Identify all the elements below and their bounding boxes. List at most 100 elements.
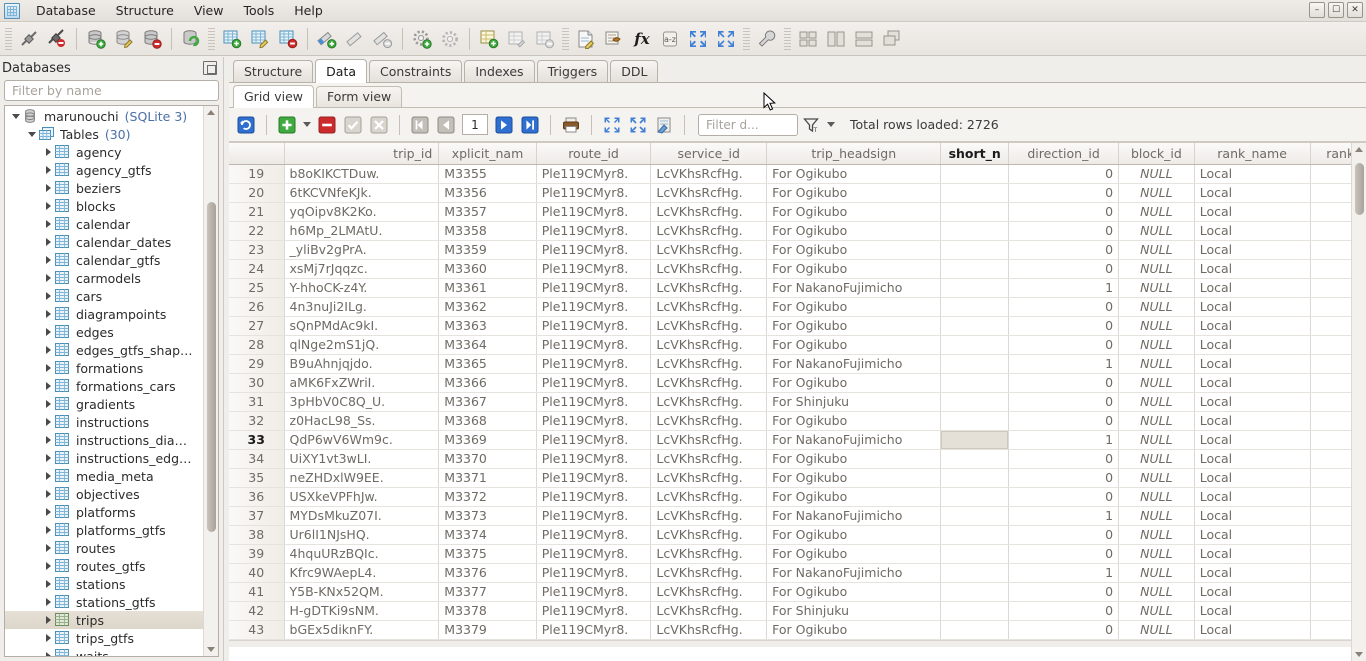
- tree-item-calendar_gtfs[interactable]: calendar_gtfs: [5, 251, 203, 269]
- cell-rank_name[interactable]: Local: [1194, 430, 1311, 450]
- cell-rank_name[interactable]: Local: [1194, 411, 1311, 431]
- cell-service_id[interactable]: LcVKhsRcfHg.: [650, 411, 768, 431]
- row-number-cell[interactable]: 26: [229, 297, 285, 317]
- tree-item-stations_gtfs[interactable]: stations_gtfs: [5, 593, 203, 611]
- row-number-cell[interactable]: 33: [229, 430, 285, 450]
- first-page-icon[interactable]: [407, 113, 433, 137]
- cell-trip_short_name[interactable]: [940, 430, 1010, 450]
- cell-trip_headsign[interactable]: For Ogikubo: [766, 183, 942, 203]
- cell-route_id[interactable]: Ple119CMyr8.: [536, 449, 652, 469]
- cell-direction_id[interactable]: 1: [1008, 506, 1120, 526]
- row-number-cell[interactable]: 23: [229, 240, 285, 260]
- cell-rank_name[interactable]: Local: [1194, 373, 1311, 393]
- grid-filter-field[interactable]: [698, 113, 798, 136]
- cell-trip_headsign[interactable]: For Ogikubo: [766, 544, 942, 564]
- cell-trip_id[interactable]: Kfrc9WAepL4.: [284, 563, 440, 583]
- chevron-right-icon[interactable]: [41, 238, 55, 246]
- add-row-icon[interactable]: [274, 113, 300, 137]
- cell-service_id[interactable]: LcVKhsRcfHg.: [650, 183, 768, 203]
- cell-block_id[interactable]: NULL: [1118, 335, 1195, 355]
- row-number-cell[interactable]: 35: [229, 468, 285, 488]
- cell-direction_id[interactable]: 0: [1008, 240, 1120, 260]
- cell-route_id[interactable]: Ple119CMyr8.: [536, 354, 652, 374]
- cell-trip_short_name[interactable]: [940, 449, 1010, 469]
- cell-direction_id[interactable]: 1: [1008, 430, 1120, 450]
- cell-explicit_name[interactable]: M3363: [438, 316, 537, 336]
- cell-explicit_name[interactable]: M3373: [438, 506, 537, 526]
- cell-route_id[interactable]: Ple119CMyr8.: [536, 335, 652, 355]
- table-row[interactable]: 22 h6Mp_2LMAtU. M3358 Ple119CMyr8. LcVKhsRcf…: [229, 221, 1351, 241]
- menu-item-help[interactable]: Help: [284, 0, 333, 21]
- sort-az-icon[interactable]: a-z: [656, 25, 684, 53]
- cell-rank_color[interactable]: [1310, 411, 1351, 431]
- cell-trip_id[interactable]: Y-hhoCK-z4Y.: [284, 278, 440, 298]
- cell-trip_headsign[interactable]: For Ogikubo: [766, 240, 942, 260]
- cell-route_id[interactable]: Ple119CMyr8.: [536, 544, 652, 564]
- cell-direction_id[interactable]: 0: [1008, 468, 1120, 488]
- tree-item-instructions_dia[interactable]: instructions_dia…: [5, 431, 203, 449]
- cell-route_id[interactable]: Ple119CMyr8.: [536, 240, 652, 260]
- cell-rank_color[interactable]: [1310, 316, 1351, 336]
- cell-direction_id[interactable]: 0: [1008, 620, 1120, 640]
- cell-trip_short_name[interactable]: [940, 202, 1010, 222]
- cell-block_id[interactable]: NULL: [1118, 430, 1195, 450]
- tree-item-agency_gtfs[interactable]: agency_gtfs: [5, 161, 203, 179]
- cell-route_id[interactable]: Ple119CMyr8.: [536, 468, 652, 488]
- column-header-trip_id[interactable]: trip_id: [284, 143, 440, 165]
- cell-trip_id[interactable]: sQnPMdAc9kI.: [284, 316, 440, 336]
- scroll-up-icon[interactable]: [204, 106, 218, 119]
- cell-rank_color[interactable]: [1310, 278, 1351, 298]
- delete-view-icon[interactable]: [531, 25, 559, 53]
- cell-trip_short_name[interactable]: [940, 164, 1010, 184]
- cell-block_id[interactable]: NULL: [1118, 449, 1195, 469]
- edit-index-icon[interactable]: [341, 25, 369, 53]
- cell-block_id[interactable]: NULL: [1118, 297, 1195, 317]
- cell-rank_color[interactable]: [1310, 392, 1351, 412]
- row-number-cell[interactable]: 19: [229, 164, 285, 184]
- cell-route_id[interactable]: Ple119CMyr8.: [536, 164, 652, 184]
- edit-trigger-icon[interactable]: [436, 25, 464, 53]
- cell-trip_headsign[interactable]: For NakanoFujimicho: [766, 278, 942, 298]
- row-number-cell[interactable]: 39: [229, 544, 285, 564]
- last-page-icon[interactable]: [517, 113, 543, 137]
- cell-block_id[interactable]: NULL: [1118, 601, 1195, 621]
- cell-direction_id[interactable]: 0: [1008, 487, 1120, 507]
- cell-route_id[interactable]: Ple119CMyr8.: [536, 373, 652, 393]
- subtab-grid-view[interactable]: Grid view: [233, 85, 314, 108]
- column-header-trip_headsign[interactable]: trip_headsign: [766, 143, 942, 165]
- cell-service_id[interactable]: LcVKhsRcfHg.: [650, 373, 768, 393]
- database-tree-scrollbar[interactable]: [203, 106, 218, 656]
- cell-trip_headsign[interactable]: For Ogikubo: [766, 411, 942, 431]
- chevron-right-icon[interactable]: [41, 166, 55, 174]
- cell-explicit_name[interactable]: M3367: [438, 392, 537, 412]
- table-row[interactable]: 36 USXkeVPFhJw. M3372 Ple119CMyr8. LcVKhsRcf…: [229, 487, 1351, 507]
- cell-rank_name[interactable]: Local: [1194, 316, 1311, 336]
- cell-explicit_name[interactable]: M3366: [438, 373, 537, 393]
- cell-block_id[interactable]: NULL: [1118, 259, 1195, 279]
- cell-direction_id[interactable]: 0: [1008, 221, 1120, 241]
- cell-block_id[interactable]: NULL: [1118, 411, 1195, 431]
- cell-explicit_name[interactable]: M3356: [438, 183, 537, 203]
- cell-service_id[interactable]: LcVKhsRcfHg.: [650, 601, 768, 621]
- tree-item-routes_gtfs[interactable]: routes_gtfs: [5, 557, 203, 575]
- table-row[interactable]: 19 b8oKIKCTDuw. M3355 Ple119CMyr8. LcVKhsRcf…: [229, 164, 1351, 184]
- cell-block_id[interactable]: NULL: [1118, 164, 1195, 184]
- toolbar-grip[interactable]: [743, 27, 750, 50]
- tree-item-trips_gtfs[interactable]: trips_gtfs: [5, 629, 203, 647]
- chevron-right-icon[interactable]: [41, 328, 55, 336]
- tree-item-edges_gtfs_shap[interactable]: edges_gtfs_shap…: [5, 341, 203, 359]
- cell-trip_short_name[interactable]: [940, 316, 1010, 336]
- table-row[interactable]: 37 MYDsMkuZ07I. M3373 Ple119CMyr8. LcVKhsRcf…: [229, 506, 1351, 526]
- cell-service_id[interactable]: LcVKhsRcfHg.: [650, 582, 768, 602]
- cell-trip_short_name[interactable]: [940, 240, 1010, 260]
- cell-rank_color[interactable]: [1310, 468, 1351, 488]
- cell-trip_id[interactable]: 4n3nuJi2ILg.: [284, 297, 440, 317]
- cell-block_id[interactable]: NULL: [1118, 240, 1195, 260]
- row-number-cell[interactable]: 28: [229, 335, 285, 355]
- cell-explicit_name[interactable]: M3360: [438, 259, 537, 279]
- cell-rank_color[interactable]: [1310, 240, 1351, 260]
- cell-route_id[interactable]: Ple119CMyr8.: [536, 620, 652, 640]
- row-number-cell[interactable]: 43: [229, 620, 285, 640]
- cell-service_id[interactable]: LcVKhsRcfHg.: [650, 544, 768, 564]
- tile-horizontal-icon[interactable]: [850, 25, 878, 53]
